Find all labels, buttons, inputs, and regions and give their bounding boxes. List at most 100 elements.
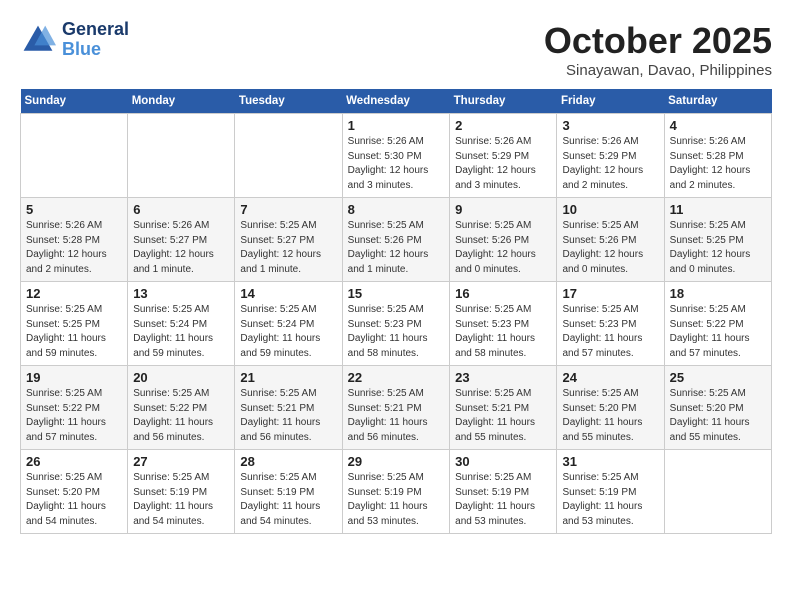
month-title: October 2025	[544, 20, 772, 62]
calendar-week-row: 12 Sunrise: 5:25 AM Sunset: 5:25 PM Dayli…	[21, 282, 772, 366]
day-number: 2	[455, 118, 551, 133]
calendar-cell: 10Sunrise: 5:25 AM Sunset: 5:26 PM Dayli…	[557, 198, 664, 282]
day-info: Sunrise: 5:25 AM Sunset: 5:27 PM Dayligh…	[240, 219, 336, 277]
day-number: 11	[670, 202, 766, 217]
column-header-thursday: Thursday	[450, 89, 557, 114]
day-info: Sunrise: 5:25 AM Sunset: 5:20 PM Dayligh…	[562, 387, 658, 445]
calendar-cell: 8 Sunrise: 5:25 AM Sunset: 5:26 PM Daylig…	[342, 198, 449, 282]
day-number: 14	[240, 286, 336, 301]
day-info: Sunrise: 5:26 AM Sunset: 5:29 PM Dayligh…	[562, 135, 658, 193]
day-info: Sunrise: 5:25 AM Sunset: 5:24 PM Dayligh…	[240, 303, 336, 361]
day-info: Sunrise: 5:25 AM Sunset: 5:24 PM Dayligh…	[133, 303, 229, 361]
calendar-cell: 26 Sunrise: 5:25 AM Sunset: 5:20 PM Dayli…	[21, 450, 128, 534]
day-info: Sunrise: 5:26 AM Sunset: 5:29 PM Dayligh…	[455, 135, 551, 193]
calendar-cell: 27Sunrise: 5:25 AM Sunset: 5:19 PM Dayli…	[128, 450, 235, 534]
calendar-week-row: 1 Sunrise: 5:26 AM Sunset: 5:30 PM Daylig…	[21, 114, 772, 198]
calendar-cell: 9 Sunrise: 5:25 AM Sunset: 5:26 PM Daylig…	[450, 198, 557, 282]
day-number: 29	[348, 454, 444, 469]
day-info: Sunrise: 5:25 AM Sunset: 5:22 PM Dayligh…	[26, 387, 122, 445]
day-info: Sunrise: 5:25 AM Sunset: 5:20 PM Dayligh…	[670, 387, 766, 445]
calendar-cell: 25Sunrise: 5:25 AM Sunset: 5:20 PM Dayli…	[664, 366, 771, 450]
day-number: 13	[133, 286, 229, 301]
day-info: Sunrise: 5:25 AM Sunset: 5:21 PM Dayligh…	[455, 387, 551, 445]
calendar-cell	[128, 114, 235, 198]
day-number: 20	[133, 370, 229, 385]
day-number: 10	[562, 202, 658, 217]
day-number: 16	[455, 286, 551, 301]
day-info: Sunrise: 5:25 AM Sunset: 5:21 PM Dayligh…	[240, 387, 336, 445]
calendar-cell	[21, 114, 128, 198]
day-number: 22	[348, 370, 444, 385]
day-info: Sunrise: 5:25 AM Sunset: 5:23 PM Dayligh…	[348, 303, 444, 361]
day-info: Sunrise: 5:26 AM Sunset: 5:30 PM Dayligh…	[348, 135, 444, 193]
calendar-week-row: 5 Sunrise: 5:26 AM Sunset: 5:28 PM Daylig…	[21, 198, 772, 282]
calendar-cell: 24 Sunrise: 5:25 AM Sunset: 5:20 PM Dayli…	[557, 366, 664, 450]
day-number: 28	[240, 454, 336, 469]
day-number: 21	[240, 370, 336, 385]
calendar-cell	[664, 450, 771, 534]
calendar-cell: 29 Sunrise: 5:25 AM Sunset: 5:19 PM Dayli…	[342, 450, 449, 534]
day-info: Sunrise: 5:25 AM Sunset: 5:22 PM Dayligh…	[133, 387, 229, 445]
day-info: Sunrise: 5:25 AM Sunset: 5:26 PM Dayligh…	[348, 219, 444, 277]
column-header-friday: Friday	[557, 89, 664, 114]
calendar-cell: 14 Sunrise: 5:25 AM Sunset: 5:24 PM Dayli…	[235, 282, 342, 366]
day-info: Sunrise: 5:25 AM Sunset: 5:19 PM Dayligh…	[133, 471, 229, 529]
title-area: October 2025 Sinayawan, Davao, Philippin…	[544, 20, 772, 79]
calendar-cell: 5 Sunrise: 5:26 AM Sunset: 5:28 PM Daylig…	[21, 198, 128, 282]
day-number: 3	[562, 118, 658, 133]
calendar-cell: 3 Sunrise: 5:26 AM Sunset: 5:29 PM Daylig…	[557, 114, 664, 198]
day-info: Sunrise: 5:25 AM Sunset: 5:21 PM Dayligh…	[348, 387, 444, 445]
day-info: Sunrise: 5:26 AM Sunset: 5:28 PM Dayligh…	[26, 219, 122, 277]
location-title: Sinayawan, Davao, Philippines	[544, 62, 772, 79]
calendar-cell: 20 Sunrise: 5:25 AM Sunset: 5:22 PM Dayli…	[128, 366, 235, 450]
calendar-cell: 1 Sunrise: 5:26 AM Sunset: 5:30 PM Daylig…	[342, 114, 449, 198]
calendar-cell	[235, 114, 342, 198]
calendar-table: SundayMondayTuesdayWednesdayThursdayFrid…	[20, 89, 772, 534]
calendar-cell: 28Sunrise: 5:25 AM Sunset: 5:19 PM Dayli…	[235, 450, 342, 534]
column-header-saturday: Saturday	[664, 89, 771, 114]
column-header-wednesday: Wednesday	[342, 89, 449, 114]
day-info: Sunrise: 5:25 AM Sunset: 5:25 PM Dayligh…	[26, 303, 122, 361]
calendar-cell: 17 Sunrise: 5:25 AM Sunset: 5:23 PM Dayli…	[557, 282, 664, 366]
calendar-header-row: SundayMondayTuesdayWednesdayThursdayFrid…	[21, 89, 772, 114]
day-info: Sunrise: 5:25 AM Sunset: 5:23 PM Dayligh…	[455, 303, 551, 361]
day-info: Sunrise: 5:25 AM Sunset: 5:25 PM Dayligh…	[670, 219, 766, 277]
day-number: 26	[26, 454, 122, 469]
column-header-monday: Monday	[128, 89, 235, 114]
day-number: 23	[455, 370, 551, 385]
calendar-cell: 23 Sunrise: 5:25 AM Sunset: 5:21 PM Dayli…	[450, 366, 557, 450]
calendar-cell: 21 Sunrise: 5:25 AM Sunset: 5:21 PM Dayli…	[235, 366, 342, 450]
calendar-week-row: 19 Sunrise: 5:25 AM Sunset: 5:22 PM Dayli…	[21, 366, 772, 450]
day-number: 19	[26, 370, 122, 385]
logo-text: General Blue	[62, 20, 129, 60]
day-info: Sunrise: 5:25 AM Sunset: 5:26 PM Dayligh…	[455, 219, 551, 277]
calendar-cell: 30Sunrise: 5:25 AM Sunset: 5:19 PM Dayli…	[450, 450, 557, 534]
day-number: 31	[562, 454, 658, 469]
calendar-cell: 18Sunrise: 5:25 AM Sunset: 5:22 PM Dayli…	[664, 282, 771, 366]
calendar-cell: 19 Sunrise: 5:25 AM Sunset: 5:22 PM Dayli…	[21, 366, 128, 450]
day-number: 18	[670, 286, 766, 301]
calendar-cell: 13 Sunrise: 5:25 AM Sunset: 5:24 PM Dayli…	[128, 282, 235, 366]
day-number: 1	[348, 118, 444, 133]
day-number: 5	[26, 202, 122, 217]
day-number: 4	[670, 118, 766, 133]
day-number: 7	[240, 202, 336, 217]
day-number: 17	[562, 286, 658, 301]
day-number: 9	[455, 202, 551, 217]
day-info: Sunrise: 5:25 AM Sunset: 5:23 PM Dayligh…	[562, 303, 658, 361]
calendar-cell: 11 Sunrise: 5:25 AM Sunset: 5:25 PM Dayli…	[664, 198, 771, 282]
day-info: Sunrise: 5:25 AM Sunset: 5:20 PM Dayligh…	[26, 471, 122, 529]
day-number: 30	[455, 454, 551, 469]
day-number: 8	[348, 202, 444, 217]
day-number: 12	[26, 286, 122, 301]
day-info: Sunrise: 5:26 AM Sunset: 5:28 PM Dayligh…	[670, 135, 766, 193]
day-info: Sunrise: 5:26 AM Sunset: 5:27 PM Dayligh…	[133, 219, 229, 277]
day-info: Sunrise: 5:25 AM Sunset: 5:19 PM Dayligh…	[562, 471, 658, 529]
calendar-cell: 7 Sunrise: 5:25 AM Sunset: 5:27 PM Daylig…	[235, 198, 342, 282]
calendar-cell: 2 Sunrise: 5:26 AM Sunset: 5:29 PM Daylig…	[450, 114, 557, 198]
day-info: Sunrise: 5:25 AM Sunset: 5:19 PM Dayligh…	[348, 471, 444, 529]
calendar-cell: 15Sunrise: 5:25 AM Sunset: 5:23 PM Dayli…	[342, 282, 449, 366]
page-header: General Blue October 2025 Sinayawan, Dav…	[20, 20, 772, 79]
column-header-tuesday: Tuesday	[235, 89, 342, 114]
day-number: 24	[562, 370, 658, 385]
